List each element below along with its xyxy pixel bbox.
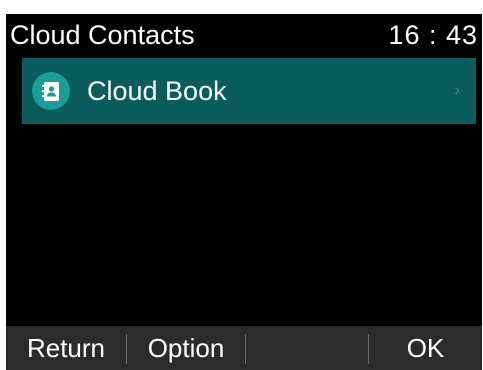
list-item-label: Cloud Book xyxy=(87,76,227,106)
softkey-bar: Return Option OK xyxy=(6,326,482,370)
chevron-right-icon: › xyxy=(454,80,460,99)
page-title: Cloud Contacts xyxy=(10,20,195,50)
option-softkey[interactable]: Option xyxy=(127,326,245,370)
clock: 16 : 43 xyxy=(388,20,478,50)
list-item-cloud-book[interactable]: Cloud Book › xyxy=(22,58,476,124)
return-softkey[interactable]: Return xyxy=(6,326,126,370)
phone-screen: Cloud Contacts 16 : 43 Cloud Book › Retu… xyxy=(6,14,482,370)
empty-softkey[interactable] xyxy=(246,326,368,370)
ok-softkey[interactable]: OK xyxy=(369,326,482,370)
contact-book-icon xyxy=(32,72,70,110)
title-bar: Cloud Contacts 16 : 43 xyxy=(6,14,482,56)
contacts-list: Cloud Book › xyxy=(22,58,476,124)
